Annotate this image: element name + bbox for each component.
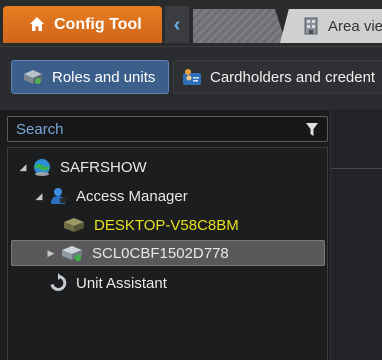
panel-divider <box>331 168 382 169</box>
subnav-roles-and-units[interactable]: Roles and units <box>11 60 169 94</box>
tab-config-tool-label: Config Tool <box>54 15 142 33</box>
tree-node-label: SAFRSHOW <box>60 158 147 176</box>
tab-placeholder-ghost[interactable] <box>193 9 286 43</box>
access-manager-icon <box>51 188 66 204</box>
unit-online-icon <box>62 246 82 262</box>
tab-area-view-label: Area vie <box>328 17 382 35</box>
tree-node-label: DESKTOP-V58C8BM <box>94 216 239 234</box>
collapsed-arrow-icon[interactable]: ▶ <box>46 248 56 259</box>
entity-tree: ◢ SAFRSHOW ◢ Access Manager DESKTOP-V58C… <box>7 147 328 360</box>
tree-node-desktop-v58c8bm[interactable]: DESKTOP-V58C8BM <box>62 212 239 238</box>
expanded-arrow-icon[interactable]: ◢ <box>18 162 28 173</box>
subnav-cardholders-label: Cardholders and credent <box>210 68 376 86</box>
task-subnav: Roles and units Cardholders and credent <box>0 46 382 110</box>
building-icon <box>304 17 318 35</box>
tree-node-unit-assistant[interactable]: Unit Assistant <box>48 270 167 296</box>
tree-node-label: Access Manager <box>76 187 188 205</box>
tree-node-label: SCL0CBF1502D778 <box>92 244 229 262</box>
detail-panel <box>330 110 382 360</box>
tree-node-safrshow[interactable]: ◢ SAFRSHOW <box>18 154 147 180</box>
tree-node-label: Unit Assistant <box>76 274 167 292</box>
chevron-left-icon: ‹ <box>173 13 181 36</box>
subnav-cardholders-and-credentials[interactable]: Cardholders and credent <box>173 60 382 94</box>
home-icon <box>30 17 44 31</box>
unit-assistant-icon <box>50 273 67 291</box>
cardholder-icon <box>183 69 201 85</box>
tree-node-access-manager[interactable]: ◢ Access Manager <box>34 183 188 209</box>
unit-offline-icon <box>64 218 84 232</box>
filter-icon[interactable] <box>305 122 319 138</box>
tab-scroll-back-button[interactable]: ‹ <box>165 6 189 43</box>
search-box <box>7 116 328 142</box>
roles-units-icon <box>24 70 42 84</box>
tab-area-view[interactable]: Area vie <box>280 9 382 43</box>
config-tool-window: Config Tool ‹ Area vie Roles and units C… <box>0 0 382 360</box>
top-tab-strip: Config Tool ‹ Area vie <box>0 0 382 46</box>
subnav-roles-and-units-label: Roles and units <box>52 68 156 86</box>
server-globe-icon <box>34 159 50 176</box>
tree-node-scl0cbf1502d778[interactable]: ▶ SCL0CBF1502D778 <box>11 240 325 266</box>
search-input[interactable] <box>16 120 286 138</box>
tab-config-tool[interactable]: Config Tool <box>3 6 162 43</box>
expanded-arrow-icon[interactable]: ◢ <box>34 191 44 202</box>
